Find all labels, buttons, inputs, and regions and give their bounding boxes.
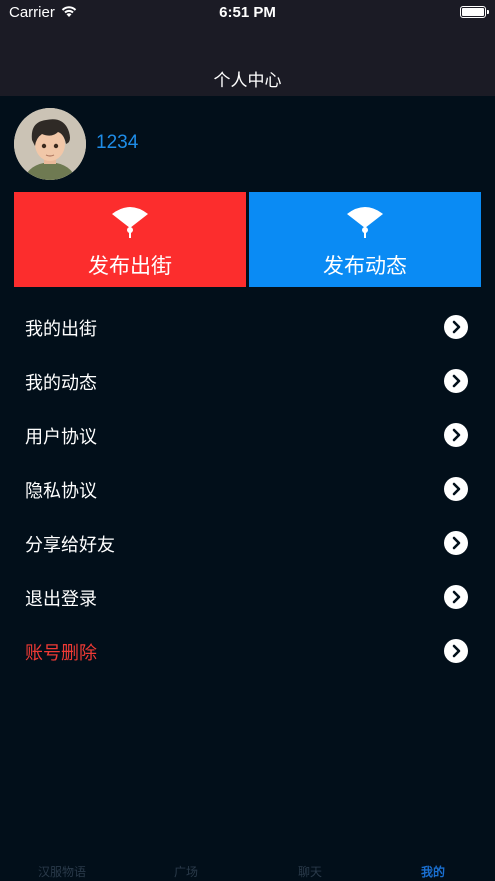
menu-item-user-agreement[interactable]: 用户协议 xyxy=(0,408,495,462)
chevron-right-icon xyxy=(444,477,468,501)
menu-item-delete-account[interactable]: 账号删除 xyxy=(0,624,495,678)
menu-item-label: 退出登录 xyxy=(25,589,97,610)
tab-bar: 汉服物语 广场 聊天 我的 xyxy=(0,855,495,881)
chevron-right-icon xyxy=(444,369,468,393)
fan-icon xyxy=(112,207,148,238)
avatar[interactable] xyxy=(14,108,86,180)
menu-item-logout[interactable]: 退出登录 xyxy=(0,570,495,624)
nav-bar: 个人中心 xyxy=(0,26,495,96)
clock: 6:51 PM xyxy=(219,4,276,21)
chevron-right-icon xyxy=(444,423,468,447)
chevron-right-icon xyxy=(444,639,468,663)
menu-item-label: 我的动态 xyxy=(25,373,97,394)
profile-header: 1234 xyxy=(14,108,474,180)
menu-item-privacy-policy[interactable]: 隐私协议 xyxy=(0,462,495,516)
chevron-right-icon xyxy=(444,315,468,339)
battery-icon xyxy=(460,6,489,18)
menu-item-my-posts[interactable]: 我的动态 xyxy=(0,354,495,408)
menu-item-label: 隐私协议 xyxy=(25,481,97,502)
menu-item-share[interactable]: 分享给好友 xyxy=(0,516,495,570)
fan-icon xyxy=(347,207,383,238)
settings-menu: 我的出街 我的动态 用户协议 隐私协议 分享给好友 退出登录 账号删除 xyxy=(0,300,495,678)
publish-outing-button[interactable]: 发布出街 xyxy=(14,192,246,287)
chevron-right-icon xyxy=(444,531,468,555)
chevron-right-icon xyxy=(444,585,468,609)
tab-mine[interactable]: 我的 xyxy=(371,863,495,880)
tab-chat[interactable]: 聊天 xyxy=(248,863,372,880)
publish-outing-label: 发布出街 xyxy=(88,254,172,278)
menu-item-label: 用户协议 xyxy=(25,427,97,448)
menu-item-label: 我的出街 xyxy=(25,319,97,340)
menu-item-label: 分享给好友 xyxy=(25,535,115,556)
username[interactable]: 1234 xyxy=(96,132,138,154)
publish-post-label: 发布动态 xyxy=(323,254,407,278)
tab-hanfu-story[interactable]: 汉服物语 xyxy=(0,863,124,880)
menu-item-label: 账号删除 xyxy=(25,643,97,664)
menu-item-my-outings[interactable]: 我的出街 xyxy=(0,300,495,354)
tab-plaza[interactable]: 广场 xyxy=(124,863,248,880)
avatar-image xyxy=(14,108,86,180)
page-title: 个人中心 xyxy=(213,71,282,91)
publish-post-button[interactable]: 发布动态 xyxy=(249,192,481,287)
status-bar: Carrier 6:51 PM xyxy=(0,0,495,26)
